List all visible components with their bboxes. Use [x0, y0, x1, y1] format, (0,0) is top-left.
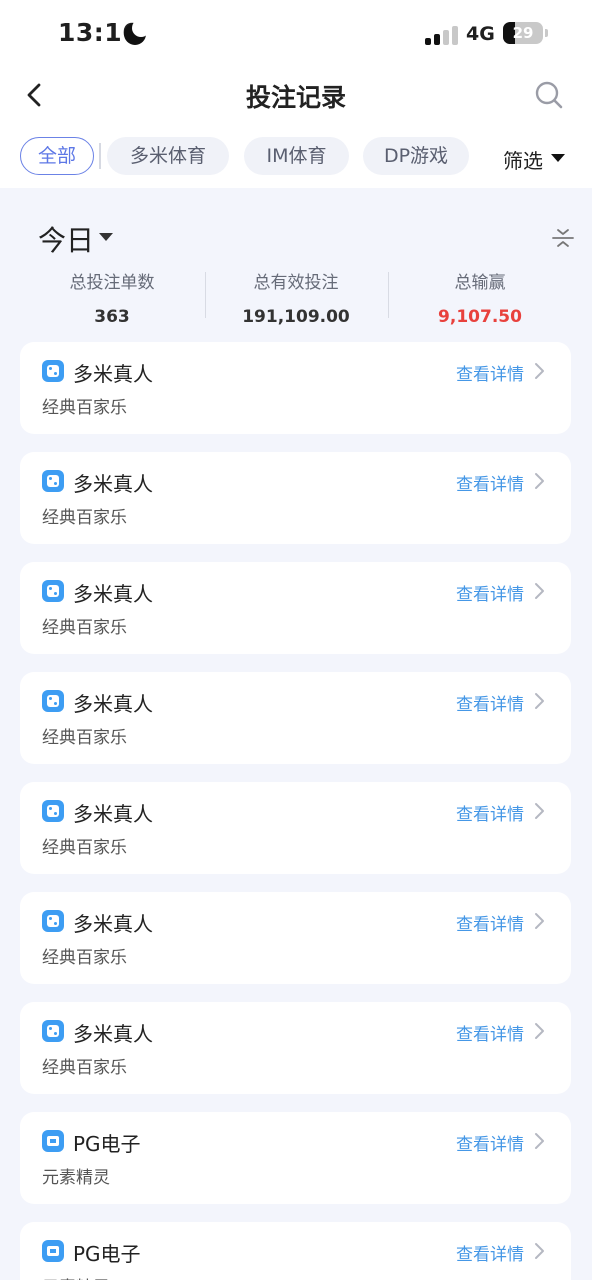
view-details-link[interactable]: 查看详情 — [456, 1130, 524, 1155]
signal-icon — [425, 25, 461, 45]
record-provider: 多米真人 — [73, 802, 153, 826]
tab-dp-games[interactable]: DP游戏 — [363, 137, 469, 175]
bet-records-page: 13:16 4G 29 投注记录 全部 多米体育 IM体育 DP游戏 筛选 今日 — [0, 0, 592, 1280]
filter-button[interactable]: 筛选 — [503, 145, 543, 174]
view-details-link[interactable]: 查看详情 — [456, 1020, 524, 1045]
provider-tabs: 全部 多米体育 IM体育 DP游戏 筛选 — [0, 126, 592, 188]
battery-cap — [545, 29, 548, 37]
record-provider: 多米真人 — [73, 362, 153, 386]
bet-record-card[interactable]: 多米真人经典百家乐 查看详情 — [20, 452, 571, 544]
tab-divider — [99, 143, 101, 169]
view-details-link[interactable]: 查看详情 — [456, 800, 524, 825]
stat-value: 363 — [94, 307, 130, 327]
record-game: 经典百家乐 — [42, 728, 127, 748]
battery-icon: 29 — [503, 22, 543, 44]
bet-record-card[interactable]: 多米真人经典百家乐 查看详情 — [20, 1002, 571, 1094]
dice-icon — [42, 910, 64, 932]
slot-machine-icon — [42, 1130, 64, 1152]
record-game: 元素精灵 — [42, 1168, 110, 1188]
tab-im-sports[interactable]: IM体育 — [244, 137, 349, 175]
bet-record-card[interactable]: 多米真人经典百家乐 查看详情 — [20, 562, 571, 654]
view-details-link[interactable]: 查看详情 — [456, 360, 524, 385]
record-game: 经典百家乐 — [42, 948, 127, 968]
bet-record-card[interactable]: 多米真人经典百家乐 查看详情 — [20, 782, 571, 874]
tab-all[interactable]: 全部 — [20, 137, 94, 175]
stat-label: 总输赢 — [454, 273, 506, 293]
header: 投注记录 — [0, 64, 592, 126]
record-provider: 多米真人 — [73, 692, 153, 716]
dice-icon — [42, 690, 64, 712]
record-provider: 多米真人 — [73, 582, 153, 606]
tab-duomi-sports[interactable]: 多米体育 — [107, 137, 229, 175]
record-game: 经典百家乐 — [42, 1058, 127, 1078]
view-details-link[interactable]: 查看详情 — [456, 580, 524, 605]
caret-down-icon[interactable] — [551, 154, 565, 162]
record-provider: 多米真人 — [73, 912, 153, 936]
stat-label: 总投注单数 — [69, 273, 155, 293]
record-provider: 多米真人 — [73, 472, 153, 496]
chevron-right-icon[interactable] — [533, 801, 547, 821]
date-selector[interactable]: 今日 — [38, 219, 94, 259]
dice-icon — [42, 360, 64, 382]
chevron-right-icon[interactable] — [533, 1021, 547, 1041]
network-label: 4G — [466, 23, 495, 45]
moon-icon — [124, 19, 150, 45]
chevron-right-icon[interactable] — [533, 1241, 547, 1261]
search-icon[interactable] — [533, 79, 565, 111]
view-details-link[interactable]: 查看详情 — [456, 910, 524, 935]
view-details-link[interactable]: 查看详情 — [456, 470, 524, 495]
dice-icon — [42, 1020, 64, 1042]
slot-machine-icon — [42, 1240, 64, 1262]
chevron-right-icon[interactable] — [533, 1131, 547, 1151]
record-provider: PG电子 — [73, 1242, 141, 1266]
record-provider: PG电子 — [73, 1132, 141, 1156]
chevron-right-icon[interactable] — [533, 471, 547, 491]
chevron-right-icon[interactable] — [533, 691, 547, 711]
stat-label: 总有效投注 — [253, 273, 339, 293]
bet-record-card[interactable]: 多米真人经典百家乐 查看详情 — [20, 672, 571, 764]
stat-divider — [388, 272, 389, 318]
bet-record-card[interactable]: PG电子元素精灵 查看详情 — [20, 1112, 571, 1204]
record-provider: 多米真人 — [73, 1022, 153, 1046]
record-game: 元素精灵 — [42, 1273, 110, 1280]
page-title: 投注记录 — [245, 83, 346, 112]
collapse-icon[interactable] — [551, 226, 575, 250]
stat-divider — [205, 272, 206, 318]
dice-icon — [42, 800, 64, 822]
stat-value: 9,107.50 — [438, 307, 522, 327]
bet-record-card[interactable]: 多米真人经典百家乐 查看详情 — [20, 892, 571, 984]
record-game: 经典百家乐 — [42, 618, 127, 638]
view-details-link[interactable]: 查看详情 — [456, 690, 524, 715]
bet-record-card[interactable]: PG电子元素精灵 查看详情 — [20, 1222, 571, 1280]
record-game: 经典百家乐 — [42, 508, 127, 528]
caret-down-icon[interactable] — [99, 233, 113, 241]
record-game: 经典百家乐 — [42, 838, 127, 858]
stat-value: 191,109.00 — [242, 307, 350, 327]
view-details-link[interactable]: 查看详情 — [456, 1240, 524, 1265]
stat-valid-bets: 总有效投注 191,109.00 — [216, 268, 376, 327]
chevron-right-icon[interactable] — [533, 911, 547, 931]
stat-total-bets: 总投注单数 363 — [32, 268, 192, 327]
chevron-right-icon[interactable] — [533, 361, 547, 381]
dice-icon — [42, 580, 64, 602]
dice-icon — [42, 470, 64, 492]
status-bar: 13:16 4G 29 — [0, 0, 592, 64]
chevron-right-icon[interactable] — [533, 581, 547, 601]
battery-level: 29 — [512, 24, 534, 42]
record-game: 经典百家乐 — [42, 398, 127, 418]
stat-total-win-loss: 总输赢 9,107.50 — [400, 268, 560, 327]
bet-record-card[interactable]: 多米真人经典百家乐 查看详情 — [20, 342, 571, 434]
